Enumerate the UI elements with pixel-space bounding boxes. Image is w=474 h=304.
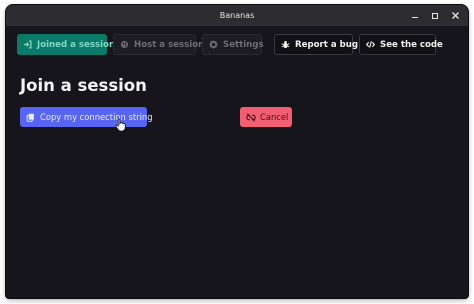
bug-icon [281,40,290,49]
cancel-button-label: Cancel [260,112,289,122]
cancel-button[interactable]: Cancel [240,107,292,127]
toolbar: Joined a session Host a session Settings… [6,34,468,56]
close-button[interactable] [450,11,460,21]
title-bar: Bananas [6,5,468,26]
window-controls [410,5,460,26]
maximize-icon [432,12,438,19]
broken-link-icon [246,112,256,122]
sign-in-icon [23,40,32,49]
tab-host-session[interactable]: Host a session [113,34,204,55]
tab-joined-session[interactable]: Joined a session [17,34,115,55]
report-bug-button[interactable]: Report a bug [274,34,358,55]
code-icon [366,41,375,48]
gear-icon [209,40,218,49]
close-icon [451,12,459,19]
app-window: Bananas Joined a session Host a session … [6,5,468,298]
tab-settings-label: Settings [223,39,264,50]
tab-settings[interactable]: Settings [202,34,264,55]
maximize-button[interactable] [430,11,440,21]
hand-cursor-icon [115,118,126,132]
copy-button-label: Copy my connection string [40,112,153,122]
window-title: Bananas [219,11,255,20]
tab-joined-label: Joined a session [37,39,116,50]
copy-connection-string-button[interactable]: Copy my connection string [20,107,153,127]
see-code-label: See the code [380,39,443,50]
minimize-icon [412,16,418,19]
copy-icon [26,113,34,122]
globe-icon [120,40,129,49]
minimize-button[interactable] [410,11,420,21]
see-code-button[interactable]: See the code [359,34,443,55]
page-title: Join a session [20,76,147,95]
tab-host-label: Host a session [134,39,205,50]
report-bug-label: Report a bug [295,39,359,50]
